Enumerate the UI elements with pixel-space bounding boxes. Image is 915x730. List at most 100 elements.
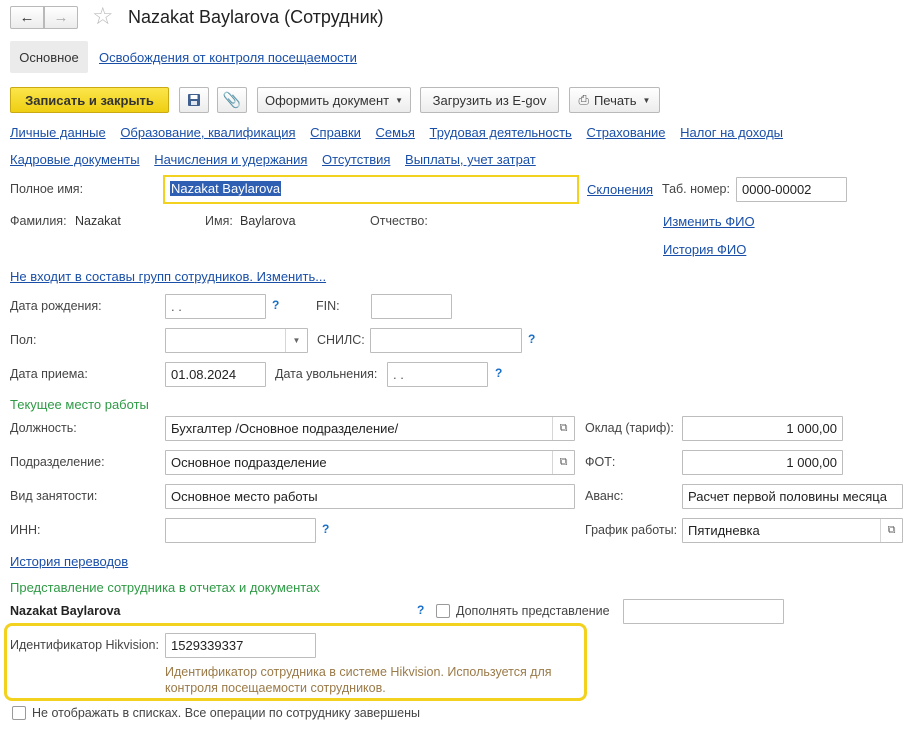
snils-label: СНИЛС: [317, 333, 365, 347]
inn-field[interactable] [165, 518, 316, 543]
position-value: Бухгалтер /Основное подразделение/ [171, 421, 399, 436]
star-icon[interactable]: ☆ [92, 3, 114, 31]
printer-icon: ⎙ [578, 92, 589, 107]
fullname-field[interactable]: Nazakat Baylarova [163, 175, 579, 204]
paperclip-icon: 📎 [222, 92, 242, 109]
open-icon[interactable]: ⧉ [552, 417, 574, 440]
section-personal-data[interactable]: Личные данные [10, 125, 106, 140]
inn-label: ИНН: [10, 523, 41, 537]
create-document-button[interactable]: Оформить документ ▼ [257, 87, 411, 113]
section-work-history[interactable]: Трудовая деятельность [430, 125, 572, 140]
supplement-label: Дополнять представление [456, 604, 610, 618]
section-accruals[interactable]: Начисления и удержания [154, 152, 307, 167]
position-label: Должность: [10, 421, 77, 435]
tab-main[interactable]: Основное [10, 41, 88, 73]
back-button[interactable]: ← [10, 6, 44, 29]
section-certificates[interactable]: Справки [310, 125, 361, 140]
arrow-right-icon: → [53, 9, 69, 26]
window-title: Nazakat Baylarova (Сотрудник) [128, 7, 384, 27]
birth-date-help[interactable]: ? [272, 298, 279, 312]
name-value: Baylarova [240, 214, 296, 228]
tab-main-label: Основное [19, 49, 79, 65]
advance-label: Аванс: [585, 489, 624, 503]
fullname-label: Полное имя: [10, 182, 84, 196]
section-hr-documents[interactable]: Кадровые документы [10, 152, 140, 167]
section-payments[interactable]: Выплаты, учет затрат [405, 152, 536, 167]
name-label: Имя: [205, 214, 233, 228]
employment-label: Вид занятости: [10, 489, 98, 503]
caret-down-icon: ▼ [395, 95, 404, 105]
hire-date-field[interactable]: 01.08.2024 [165, 362, 266, 387]
surname-value: Nazakat [75, 214, 121, 228]
representation-help[interactable]: ? [417, 603, 424, 617]
save-close-button[interactable]: Записать и закрыть [10, 87, 169, 113]
caret-down-icon: ▼ [642, 95, 651, 105]
create-document-label: Оформить документ [264, 92, 390, 108]
section-family[interactable]: Семья [376, 125, 415, 140]
hikvision-hint: Идентификатор сотрудника в системе Hikvi… [165, 665, 552, 695]
surname-label: Фамилия: [10, 214, 67, 228]
representation-group-title: Представление сотрудника в отчетах и док… [10, 580, 320, 595]
fullname-value: Nazakat Baylarova [170, 181, 282, 196]
tab-number-field[interactable]: 0000-00002 [736, 177, 847, 202]
section-links-row-2: Кадровые документы Начисления и удержани… [10, 152, 547, 167]
department-field[interactable]: Основное подразделение ⧉ [165, 450, 575, 475]
schedule-label: График работы: [585, 523, 678, 537]
dismissal-date-label: Дата увольнения: [275, 367, 378, 381]
supplement-checkbox[interactable] [436, 604, 450, 618]
salary-label: Оклад (тариф): [585, 421, 674, 435]
section-absences[interactable]: Отсутствия [322, 152, 390, 167]
groups-link[interactable]: Не входит в составы групп сотрудников. И… [10, 269, 326, 284]
schedule-field[interactable]: Пятидневка ⧉ [682, 518, 903, 543]
fot-label: ФОТ: [585, 455, 616, 469]
tab-number-label: Таб. номер: [662, 182, 730, 196]
declensions-link[interactable]: Склонения [587, 182, 653, 197]
change-fio-link[interactable]: Изменить ФИО [663, 214, 755, 229]
forward-button[interactable]: → [44, 6, 78, 29]
hikvision-label: Идентификатор Hikvision: [10, 638, 159, 652]
sex-select[interactable]: ▼ [165, 328, 308, 353]
schedule-value: Пятидневка [688, 523, 760, 538]
sex-label: Пол: [10, 333, 37, 347]
employment-field[interactable]: Основное место работы [165, 484, 575, 509]
department-label: Подразделение: [10, 455, 105, 469]
birth-date-label: Дата рождения: [10, 299, 102, 313]
advance-field[interactable]: Расчет первой половины месяца [682, 484, 903, 509]
workplace-group-title: Текущее место работы [10, 397, 149, 412]
fot-field[interactable]: 1 000,00 [682, 450, 843, 475]
salary-field[interactable]: 1 000,00 [682, 416, 843, 441]
birth-date-field[interactable]: . . [165, 294, 266, 319]
open-icon[interactable]: ⧉ [552, 451, 574, 474]
patronymic-label: Отчество: [370, 214, 428, 228]
tab-attendance-exemptions[interactable]: Освобождения от контроля посещаемости [99, 50, 357, 65]
section-education[interactable]: Образование, квалификация [120, 125, 295, 140]
attach-button[interactable]: 📎 [217, 87, 247, 113]
print-button[interactable]: ⎙ Печать ▼ [569, 87, 660, 113]
dismissal-date-help[interactable]: ? [495, 366, 502, 380]
inn-help[interactable]: ? [322, 522, 329, 536]
fin-field[interactable] [371, 294, 452, 319]
dismissal-date-field[interactable]: . . [387, 362, 488, 387]
snils-field[interactable] [370, 328, 522, 353]
floppy-disk-icon [188, 94, 200, 106]
snils-help[interactable]: ? [528, 332, 535, 346]
supplement-field[interactable] [623, 599, 784, 624]
section-income-tax[interactable]: Налог на доходы [680, 125, 783, 140]
hire-date-label: Дата приема: [10, 367, 88, 381]
dropdown-caret-icon[interactable]: ▼ [285, 329, 307, 352]
open-icon[interactable]: ⧉ [880, 519, 902, 542]
transfers-history-link[interactable]: История переводов [10, 554, 128, 569]
hide-in-lists-checkbox[interactable] [12, 706, 26, 720]
save-button[interactable] [179, 87, 209, 113]
hide-in-lists-label: Не отображать в списках. Все операции по… [32, 706, 421, 720]
print-label: Печать [593, 92, 637, 108]
load-egov-button[interactable]: Загрузить из E-gov [420, 87, 559, 113]
representation-name: Nazakat Baylarova [10, 604, 121, 618]
arrow-left-icon: ← [19, 9, 35, 26]
section-insurance[interactable]: Страхование [586, 125, 665, 140]
section-links-row-1: Личные данные Образование, квалификация … [10, 125, 794, 140]
hikvision-field[interactable]: 1529339337 [165, 633, 316, 658]
history-fio-link[interactable]: История ФИО [663, 242, 746, 257]
position-field[interactable]: Бухгалтер /Основное подразделение/ ⧉ [165, 416, 575, 441]
department-value: Основное подразделение [171, 455, 327, 470]
